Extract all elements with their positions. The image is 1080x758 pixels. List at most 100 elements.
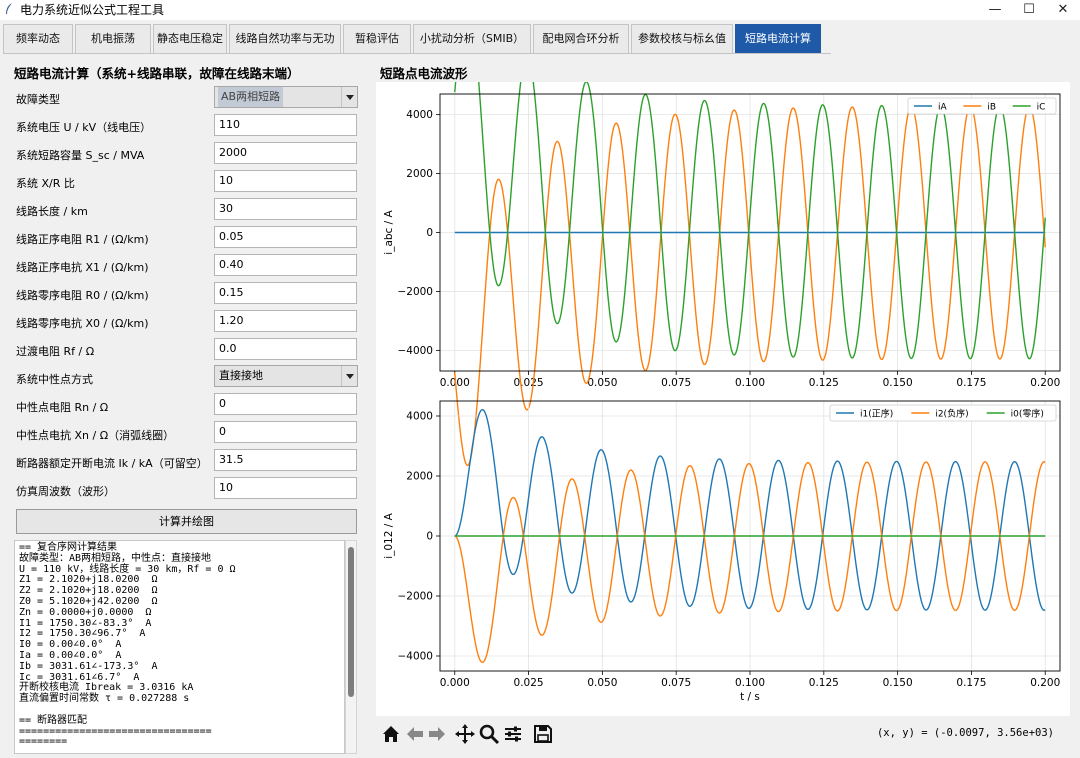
- r0-input[interactable]: 0.15: [214, 282, 357, 304]
- fault-type-value: AB两相短路: [218, 87, 284, 107]
- breaker-rating-input[interactable]: 31.5: [214, 449, 357, 471]
- neutral-reactance-input[interactable]: 0: [214, 421, 357, 443]
- field-label: 线路长度 / km: [16, 205, 88, 218]
- field-label: 断路器额定开断电流 Ik / kA（可留空）: [16, 457, 208, 470]
- x-tick-label: 0.150: [883, 677, 913, 689]
- legend-label: i1(正序): [860, 408, 893, 420]
- neutral-resistance-input[interactable]: 0: [214, 393, 357, 415]
- legend-label: i0(零序): [1011, 408, 1044, 420]
- neutral-mode-label: 系统中性点方式: [16, 373, 93, 386]
- x-tick-label: 0.025: [514, 677, 544, 689]
- pan-icon[interactable]: [454, 723, 476, 745]
- tab-static-voltage-stability[interactable]: 静态电压稳定: [153, 24, 227, 54]
- x-tick-label: 0.125: [809, 377, 839, 389]
- y-tick-label: 2000: [406, 168, 433, 180]
- tab-electromechanical-oscillation[interactable]: 机电振荡: [75, 24, 151, 54]
- legend-label: i2(负序): [935, 408, 968, 420]
- y-tick-label: 2000: [406, 471, 433, 483]
- fault-type-label: 故障类型: [16, 93, 60, 106]
- minimize-button[interactable]: —: [978, 0, 1012, 20]
- y-tick-label: −2000: [397, 286, 433, 298]
- configure-icon[interactable]: [502, 723, 524, 745]
- neutral-mode-select[interactable]: 直接接地: [214, 365, 358, 387]
- r1-input[interactable]: 0.05: [214, 226, 357, 248]
- coordinate-readout: (x, y) = (-0.0097, 3.56e+03): [876, 727, 1054, 739]
- y-axis-label: i_abc / A: [383, 209, 395, 254]
- x-tick-label: 0.025: [514, 377, 544, 389]
- field-label: 中性点电抗 Xn / Ω（消弧线圈）: [16, 429, 175, 442]
- field-label: 线路正序电阻 R1 / (Ω/km): [16, 233, 149, 246]
- fault-type-select[interactable]: AB两相短路: [214, 86, 358, 108]
- xr-ratio-input[interactable]: 10: [214, 170, 357, 192]
- tab-short-circuit[interactable]: 短路电流计算: [735, 24, 821, 54]
- fault-resistance-input[interactable]: 0.0: [214, 338, 357, 360]
- field-label: 线路正序电抗 X1 / (Ω/km): [16, 261, 149, 274]
- tab-divider: [3, 53, 831, 54]
- chevron-down-icon: [341, 366, 357, 386]
- x-tick-label: 0.125: [809, 677, 839, 689]
- plot-canvas[interactable]: 0.000 0.025 0.050 0.075 0.100 0.125 0.150 0.175…: [376, 0, 1070, 716]
- back-arrow-icon[interactable]: [404, 723, 426, 745]
- x-tick-label: 0.150: [883, 377, 913, 389]
- field-label: 中性点电阻 Rn / Ω: [16, 401, 109, 414]
- tab-distribution-loop[interactable]: 配电网合环分析: [533, 24, 629, 54]
- save-icon[interactable]: [532, 723, 554, 745]
- voltage-input[interactable]: 110: [214, 114, 357, 136]
- tab-line-natural-power[interactable]: 线路自然功率与无功: [229, 24, 341, 54]
- y-tick-label: −4000: [397, 651, 433, 663]
- y-tick-label: −2000: [397, 591, 433, 603]
- window-title: 电力系统近似公式工程工具: [20, 3, 165, 17]
- x-tick-label: 0.075: [661, 377, 691, 389]
- x1-input[interactable]: 0.40: [214, 254, 357, 276]
- x-tick-label: 0.200: [1030, 677, 1060, 689]
- x-tick-label: 0.175: [956, 677, 986, 689]
- field-label: 过渡电阻 Rf / Ω: [16, 345, 95, 358]
- app-feather-icon: [6, 3, 12, 14]
- maximize-button[interactable]: ☐: [1012, 0, 1046, 20]
- tab-small-signal-smib[interactable]: 小扰动分析（SMIB）: [413, 24, 531, 54]
- zoom-icon[interactable]: [478, 723, 500, 745]
- waveform-charts: 0.000 0.025 0.050 0.075 0.100 0.125 0.150 0.175…: [383, 0, 1061, 703]
- calculate-plot-button[interactable]: 计算并绘图: [16, 509, 357, 534]
- y-tick-label: 4000: [406, 109, 433, 121]
- title-bar: 电力系统近似公式工程工具 — ☐ ✕: [0, 0, 1080, 20]
- cycles-input[interactable]: 10: [214, 477, 357, 499]
- line-length-input[interactable]: 30: [214, 198, 357, 220]
- field-label: 线路零序电抗 X0 / (Ω/km): [16, 317, 149, 330]
- short-circuit-capacity-input[interactable]: 2000: [214, 142, 357, 164]
- scroll-thumb[interactable]: [348, 547, 354, 697]
- chevron-down-icon: [341, 87, 357, 107]
- field-label: 系统 X/R 比: [16, 177, 75, 190]
- forward-arrow-icon[interactable]: [426, 723, 448, 745]
- x-tick-label: 0.050: [587, 377, 617, 389]
- tab-bar: 频率动态 机电振荡 静态电压稳定 线路自然功率与无功 暂稳评估 小扰动分析（SM…: [3, 24, 823, 54]
- neutral-mode-value: 直接接地: [219, 369, 263, 382]
- y-tick-label: −4000: [397, 345, 433, 357]
- x-tick-label: 0.175: [956, 377, 986, 389]
- plot-toolbar: (x, y) = (-0.0097, 3.56e+03): [376, 717, 1070, 753]
- tab-frequency-dynamics[interactable]: 频率动态: [3, 24, 73, 54]
- plot-title: 短路点电流波形: [380, 66, 468, 81]
- home-icon[interactable]: [380, 723, 402, 745]
- x-tick-label: 0.050: [587, 677, 617, 689]
- x-tick-label: 0.000: [440, 677, 470, 689]
- x-tick-label: 0.200: [1030, 377, 1060, 389]
- legend-label: iA: [938, 103, 948, 113]
- close-button[interactable]: ✕: [1046, 0, 1080, 20]
- x-axis-label: t / s: [740, 691, 760, 703]
- x-tick-label: 0.100: [735, 377, 765, 389]
- chart-2: 0.000 0.025 0.050 0.075 0.100 0.125 0.150 0.175…: [383, 400, 1061, 703]
- x-tick-label: 0.075: [661, 677, 691, 689]
- field-label: 系统电压 U / kV（线电压）: [16, 121, 152, 134]
- tab-parameter-per-unit[interactable]: 参数校核与标幺值: [631, 24, 733, 54]
- results-scrollbar[interactable]: [345, 540, 357, 754]
- x0-input[interactable]: 1.20: [214, 310, 357, 332]
- tab-transient-stability[interactable]: 暂稳评估: [343, 24, 411, 54]
- y-tick-label: 0: [426, 531, 433, 543]
- form-title: 短路电流计算（系统+线路串联，故障在线路末端）: [14, 66, 300, 81]
- legend-label: iC: [1037, 103, 1046, 113]
- x-tick-label: 0.100: [735, 677, 765, 689]
- y-tick-label: 4000: [406, 411, 433, 423]
- results-textbox[interactable]: == 复合序网计算结果 故障类型：AB两相短路，中性点：直接接地 U = 110…: [14, 540, 345, 754]
- y-tick-label: 0: [426, 227, 433, 239]
